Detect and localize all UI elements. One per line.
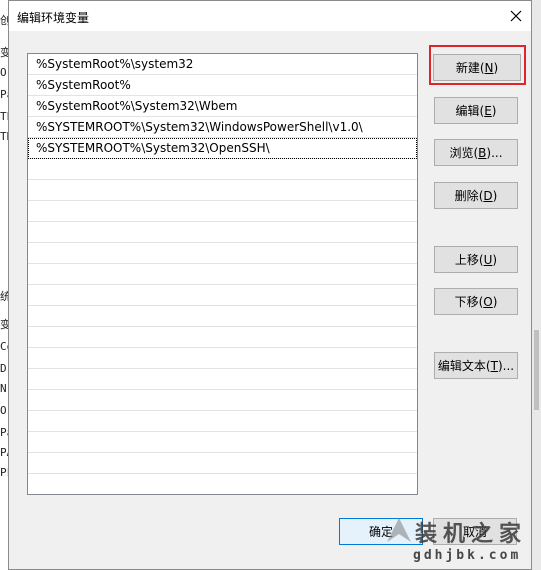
empty-list-row xyxy=(28,453,417,474)
move-down-button-accesskey: O xyxy=(483,294,493,309)
path-list-item[interactable]: %SystemRoot%\system32 xyxy=(28,54,417,75)
edit-text-button-accesskey: T xyxy=(490,358,498,373)
new-button-accesskey: N xyxy=(484,60,494,75)
empty-list-row xyxy=(28,348,417,369)
ok-button[interactable]: 确定 xyxy=(339,518,423,545)
ok-button-label: 确定 xyxy=(368,525,393,539)
close-icon xyxy=(510,10,522,22)
empty-list-row xyxy=(28,327,417,348)
background-text-fragment: O xyxy=(0,404,7,417)
path-list-item[interactable]: %SystemRoot%\System32\Wbem xyxy=(28,96,417,117)
empty-list-row xyxy=(28,264,417,285)
dialog-title: 编辑环境变量 xyxy=(17,11,90,25)
background-text-fragment: N xyxy=(0,382,7,395)
empty-list-row xyxy=(28,390,417,411)
move-down-button[interactable]: 下移(O) xyxy=(434,288,518,315)
empty-list-row xyxy=(28,243,417,264)
edit-text-button-ellipsis: ... xyxy=(502,358,515,373)
empty-list-row xyxy=(28,474,417,494)
path-list-item[interactable]: %SystemRoot% xyxy=(28,75,417,96)
new-button[interactable]: 新建(N) xyxy=(433,54,521,81)
empty-list-row xyxy=(28,222,417,243)
edit-text-button[interactable]: 编辑文本(T)... xyxy=(434,352,518,379)
edit-button[interactable]: 编辑(E) xyxy=(434,97,518,124)
browse-button-ellipsis: ... xyxy=(491,145,503,160)
path-list-item[interactable]: %SYSTEMROOT%\System32\WindowsPowerShell\… xyxy=(28,117,417,138)
move-down-button-label: 下移 xyxy=(454,295,479,309)
background-scrollbar xyxy=(534,330,539,410)
delete-button-accesskey: D xyxy=(483,188,493,203)
empty-list-row xyxy=(28,369,417,390)
background-window-right xyxy=(531,0,541,570)
path-list-item[interactable]: %SYSTEMROOT%\System32\OpenSSH\ xyxy=(28,138,417,159)
delete-button[interactable]: 删除(D) xyxy=(434,182,518,209)
new-button-label: 新建 xyxy=(455,61,480,75)
empty-list-row xyxy=(28,411,417,432)
move-up-button-accesskey: U xyxy=(483,252,493,267)
empty-list-row xyxy=(28,306,417,327)
edit-text-button-label: 编辑文本 xyxy=(437,359,486,373)
empty-list-row xyxy=(28,180,417,201)
title-bar: 编辑环境变量 xyxy=(9,1,531,31)
edit-button-label: 编辑 xyxy=(455,104,480,118)
delete-button-label: 删除 xyxy=(454,189,479,203)
cancel-button[interactable]: 取消 xyxy=(433,518,517,545)
browse-button-accesskey: B xyxy=(478,145,487,160)
empty-list-row xyxy=(28,201,417,222)
close-button[interactable] xyxy=(501,1,531,31)
edit-button-accesskey: E xyxy=(484,103,492,118)
edit-environment-variable-dialog: 编辑环境变量 %SystemRoot%\system32 %SystemRoot%… xyxy=(8,0,532,570)
browse-button[interactable]: 浏览(B)... xyxy=(434,139,518,166)
background-text-fragment: O xyxy=(0,66,7,79)
empty-list-row xyxy=(28,159,417,180)
browse-button-label: 浏览 xyxy=(449,146,474,160)
move-up-button-label: 上移 xyxy=(454,253,479,267)
cancel-button-label: 取消 xyxy=(462,525,487,539)
move-up-button[interactable]: 上移(U) xyxy=(434,246,518,273)
path-list[interactable]: %SystemRoot%\system32 %SystemRoot% %System… xyxy=(27,53,418,495)
empty-list-row xyxy=(28,432,417,453)
empty-list-row xyxy=(28,285,417,306)
